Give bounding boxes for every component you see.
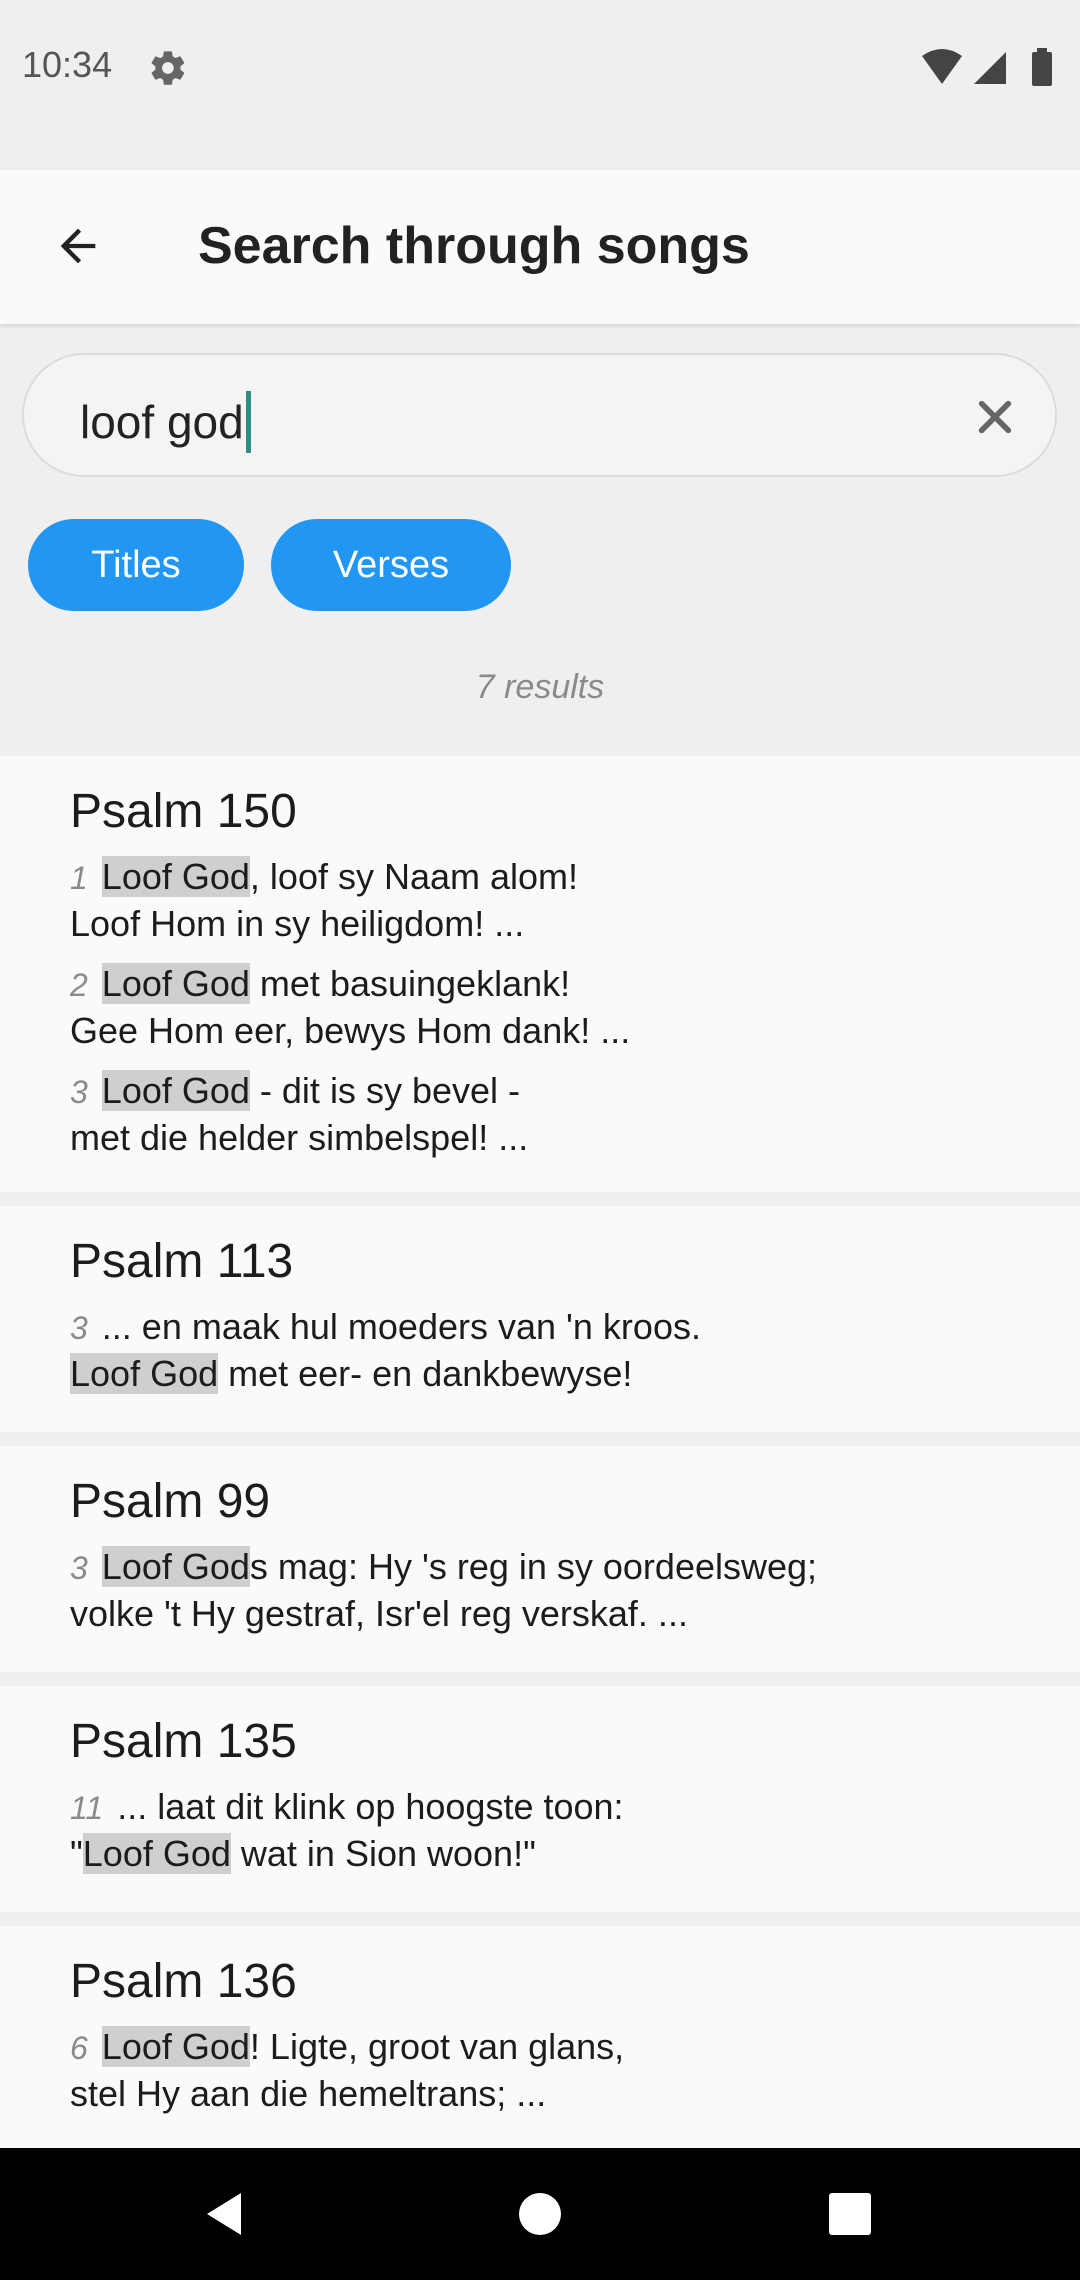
result-card[interactable]: Psalm 136 6 Loof God! Ligte, groot van gl… — [0, 1926, 1080, 2166]
system-nav-bar — [0, 2148, 1080, 2280]
status-time: 10:34 — [22, 44, 113, 85]
close-icon — [978, 400, 1012, 434]
result-title: Psalm 150 — [70, 785, 297, 838]
app-bar: Search through songs — [0, 170, 1080, 324]
verse-excerpt: 6 Loof God! Ligte, groot van glans, stel … — [70, 2026, 625, 2114]
result-card[interactable]: Psalm 150 1 Loof God, loof sy Naam alom! … — [0, 756, 1080, 1192]
settings-gear-icon — [148, 48, 188, 88]
results-list: Psalm 150 1 Loof God, loof sy Naam alom! … — [0, 756, 1080, 2180]
verse-number: 3 — [70, 1074, 88, 1110]
titles-filter-chip[interactable]: Titles — [28, 519, 244, 611]
wifi-icon — [922, 49, 962, 84]
verse-number: 11 — [70, 1790, 104, 1826]
nav-home-button[interactable] — [508, 2182, 572, 2246]
result-title: Psalm 136 — [70, 1955, 297, 2008]
search-field[interactable]: loof god — [22, 353, 1057, 477]
verse-number: 3 — [70, 1310, 88, 1346]
result-card[interactable]: Psalm 99 3 Loof Gods mag: Hy 's reg in sy… — [0, 1446, 1080, 1672]
nav-recents-icon — [829, 2193, 871, 2235]
verse-number: 2 — [70, 967, 88, 1003]
page-title: Search through songs — [198, 217, 750, 275]
verses-filter-chip[interactable]: Verses — [271, 519, 511, 611]
verse-number: 1 — [70, 860, 88, 896]
result-title: Psalm 135 — [70, 1715, 297, 1768]
status-bar: 10:34 — [0, 0, 1080, 170]
match-highlight: Loof God — [101, 2026, 250, 2067]
verse-excerpt: 1 Loof God, loof sy Naam alom! Loof Hom i… — [70, 856, 579, 944]
nav-home-icon — [519, 2193, 561, 2235]
results-count: 7 results — [475, 668, 605, 706]
verse-excerpt: 3... en maak hul moeders van 'n kroos. L… — [70, 1306, 701, 1394]
text-caret — [245, 391, 251, 453]
match-highlight: Loof God — [70, 1353, 219, 1394]
match-highlight: Loof God — [101, 856, 250, 897]
status-icons — [920, 46, 1060, 88]
verse-number: 6 — [70, 2030, 88, 2066]
arrow-back-icon — [60, 228, 96, 264]
result-title: Psalm 113 — [70, 1235, 294, 1288]
search-input[interactable]: loof god — [80, 391, 251, 453]
verse-number: 3 — [70, 1550, 88, 1586]
verse-excerpt: 3 Loof Gods mag: Hy 's reg in sy oordeels… — [70, 1546, 818, 1634]
battery-icon — [1032, 48, 1052, 86]
verse-excerpt: 2 Loof God met basuingeklank! Gee Hom eer… — [70, 963, 631, 1051]
match-highlight: Loof God — [101, 963, 250, 1004]
match-highlight: Loof God — [101, 1546, 250, 1587]
nav-recents-button[interactable] — [818, 2182, 882, 2246]
verse-excerpt: 3 Loof God - dit is sy bevel - met die he… — [70, 1070, 529, 1158]
search-input-text: loof god — [80, 396, 244, 448]
nav-back-icon — [207, 2193, 241, 2235]
signal-icon — [974, 52, 1006, 84]
result-title: Psalm 99 — [70, 1475, 271, 1528]
match-highlight: Loof God — [82, 1833, 231, 1874]
match-highlight: Loof God — [101, 1070, 250, 1111]
back-button[interactable] — [40, 208, 116, 284]
verse-excerpt: 11... laat dit klink op hoogste toon: "L… — [70, 1786, 624, 1874]
clear-search-button[interactable] — [965, 387, 1025, 447]
nav-back-button[interactable] — [194, 2182, 258, 2246]
result-card[interactable]: Psalm 113 3... en maak hul moeders van '… — [0, 1206, 1080, 1432]
result-card[interactable]: Psalm 135 11... laat dit klink op hoogst… — [0, 1686, 1080, 1912]
